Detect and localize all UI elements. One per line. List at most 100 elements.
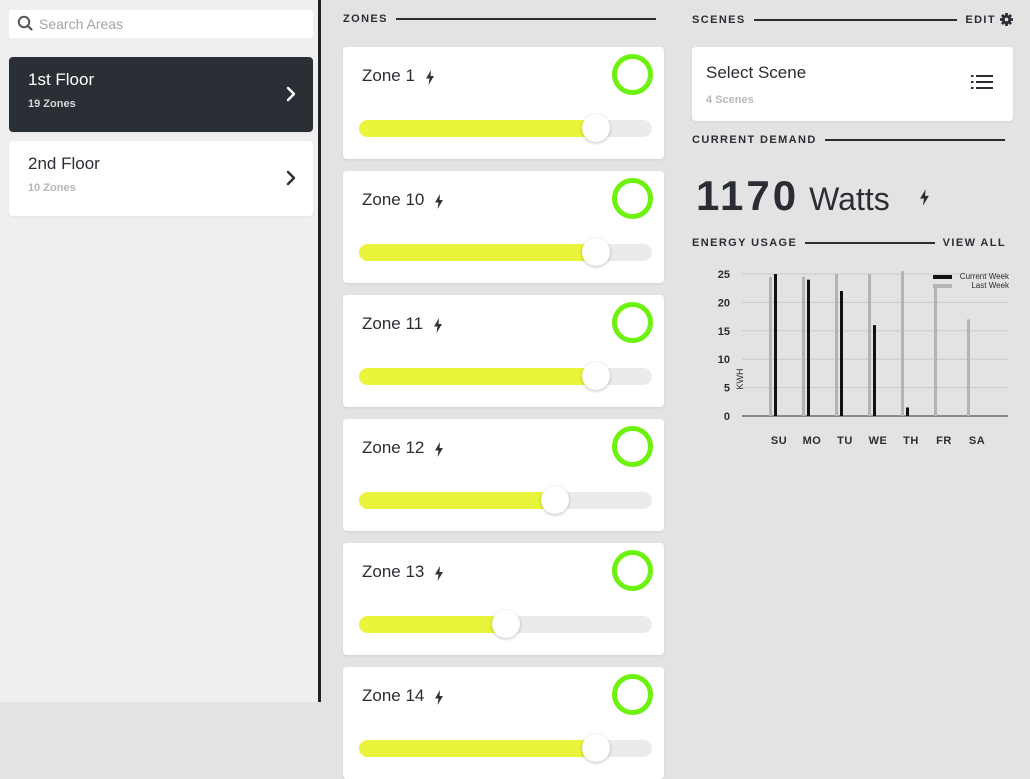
zone-card: Zone 14	[343, 667, 664, 779]
demand-value: 1170	[696, 172, 800, 219]
current-demand-header: CURRENT DEMAND	[692, 134, 1013, 146]
bar-current-week	[774, 274, 777, 416]
slider-fill	[359, 740, 596, 757]
search-icon	[17, 15, 33, 31]
legend-swatch	[933, 284, 952, 288]
x-tick-label: FR	[936, 435, 952, 447]
slider-handle[interactable]	[582, 238, 610, 266]
slider-handle[interactable]	[582, 734, 610, 762]
y-tick-label: 0	[724, 411, 730, 423]
header-divider	[824, 139, 1005, 141]
scene-selector[interactable]: Select Scene 4 Scenes	[692, 47, 1013, 121]
area-name: 2nd Floor	[28, 154, 100, 173]
header-divider	[753, 18, 958, 21]
slider-fill	[359, 492, 555, 509]
y-tick-label: 20	[718, 297, 730, 309]
gear-icon	[1000, 13, 1013, 26]
area-name: 1st Floor	[28, 70, 95, 89]
zone-card: Zone 11	[343, 295, 664, 407]
legend-label: Current Week	[960, 272, 1010, 281]
bar-current-week	[873, 325, 876, 416]
bar-current-week	[906, 407, 909, 416]
lightning-icon	[435, 690, 443, 705]
bar-last-week	[901, 271, 904, 416]
bar-last-week	[967, 319, 970, 416]
search-input[interactable]	[39, 16, 289, 32]
zone-dimmer-slider[interactable]	[359, 610, 652, 638]
zone-name: Zone 1	[362, 66, 415, 85]
zone-dimmer-slider[interactable]	[359, 734, 652, 762]
areas-sidebar: 1st Floor 19 Zones 2nd Floor 10 Zones	[0, 0, 321, 702]
x-tick-label: SU	[771, 435, 787, 447]
bar-last-week	[835, 274, 838, 416]
slider-handle[interactable]	[541, 486, 569, 514]
zone-power-toggle[interactable]	[612, 178, 653, 219]
bar-current-week	[840, 291, 843, 416]
bar-last-week	[802, 276, 805, 416]
zone-dimmer-slider[interactable]	[359, 362, 652, 390]
scene-count: 4 Scenes	[706, 94, 754, 106]
zone-card: Zone 12	[343, 419, 664, 531]
bar-last-week	[934, 285, 937, 416]
area-item-2nd-floor[interactable]: 2nd Floor 10 Zones	[9, 141, 313, 216]
slider-handle[interactable]	[582, 362, 610, 390]
zone-dimmer-slider[interactable]	[359, 486, 652, 514]
area-zone-count: 19 Zones	[28, 98, 76, 110]
zone-dimmer-slider[interactable]	[359, 114, 652, 142]
zone-name: Zone 14	[362, 686, 425, 705]
zone-name: Zone 13	[362, 562, 425, 581]
lightning-icon	[426, 70, 434, 85]
lightning-icon	[435, 566, 443, 581]
zone-card: Zone 1	[343, 47, 664, 159]
slider-handle[interactable]	[582, 114, 610, 142]
zone-card: Zone 13	[343, 543, 664, 655]
list-icon	[971, 75, 993, 89]
y-tick-label: 5	[724, 383, 730, 395]
scenes-title: SCENES	[692, 13, 746, 26]
edit-scenes-button[interactable]: EDIT	[965, 13, 1013, 26]
zone-power-toggle[interactable]	[612, 426, 653, 467]
zone-power-toggle[interactable]	[612, 674, 653, 715]
area-zone-count: 10 Zones	[28, 182, 76, 194]
lightning-icon	[434, 318, 442, 333]
header-divider	[805, 242, 935, 244]
bar-current-week	[807, 279, 810, 416]
header-divider	[395, 18, 656, 20]
current-demand-title: CURRENT DEMAND	[692, 134, 817, 146]
slider-handle[interactable]	[492, 610, 520, 638]
x-tick-label: WE	[869, 435, 888, 447]
legend-swatch	[933, 275, 952, 279]
view-all-link[interactable]: VIEW ALL	[943, 237, 1006, 249]
zone-power-toggle[interactable]	[612, 550, 653, 591]
search-box[interactable]	[9, 10, 313, 38]
y-axis-label: KWH	[735, 369, 745, 390]
slider-fill	[359, 616, 506, 633]
lightning-icon	[920, 189, 929, 206]
energy-usage-header: ENERGY USAGE VIEW ALL	[692, 237, 1006, 249]
y-tick-label: 10	[718, 354, 730, 366]
slider-fill	[359, 368, 596, 385]
zone-dimmer-slider[interactable]	[359, 238, 652, 266]
zone-name: Zone 12	[362, 438, 425, 457]
area-item-1st-floor[interactable]: 1st Floor 19 Zones	[9, 57, 313, 132]
zone-name: Zone 11	[362, 314, 424, 333]
bar-last-week	[868, 274, 871, 416]
zone-power-toggle[interactable]	[612, 302, 653, 343]
energy-usage-title: ENERGY USAGE	[692, 237, 798, 249]
y-tick-label: 25	[718, 269, 730, 281]
x-tick-label: TU	[837, 435, 853, 447]
zone-card: Zone 10	[343, 171, 664, 283]
x-tick-label: SA	[969, 435, 985, 447]
energy-usage-chart: 0 5 10 15 20 25 KWH SU MO TU WE TH FR SA Current WeekL…	[718, 269, 1010, 447]
legend-label: Last Week	[971, 281, 1010, 290]
lightning-icon	[435, 194, 443, 209]
x-tick-label: MO	[803, 435, 822, 447]
scene-select-label: Select Scene	[706, 63, 807, 82]
chevron-right-icon	[286, 86, 296, 102]
y-tick-label: 15	[718, 326, 730, 338]
edit-label: EDIT	[965, 13, 996, 26]
x-tick-label: TH	[903, 435, 919, 447]
zone-power-toggle[interactable]	[612, 54, 653, 95]
zones-header: ZONES	[343, 13, 664, 25]
demand-unit: Watts	[809, 181, 890, 217]
